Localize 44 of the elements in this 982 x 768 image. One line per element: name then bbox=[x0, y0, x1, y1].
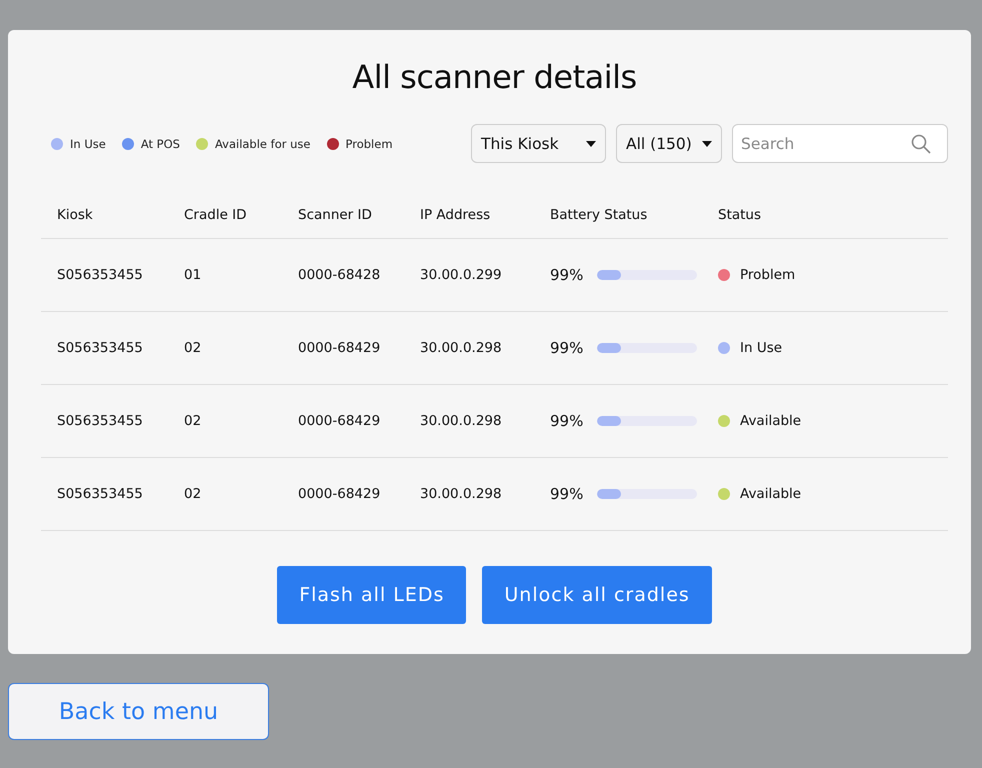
filter-dropdown[interactable]: All (150) bbox=[616, 124, 722, 163]
action-button[interactable]: Flash all LEDs bbox=[277, 566, 466, 624]
column-header: Battery Status bbox=[550, 206, 648, 222]
legend-label: At POS bbox=[140, 136, 180, 150]
table-cell-text: S056353455 bbox=[57, 486, 144, 502]
action-button[interactable]: Unlock all cradles bbox=[482, 566, 712, 624]
column-header: Kiosk bbox=[57, 206, 94, 222]
table-cell-text: 0000-68429 bbox=[298, 486, 382, 502]
back-button[interactable]: Back to menu bbox=[8, 683, 269, 740]
caret-icon bbox=[586, 140, 596, 146]
battery-percent: 99% bbox=[550, 339, 584, 357]
search-icon bbox=[911, 134, 931, 154]
column-header: Status bbox=[718, 206, 762, 222]
status-label: Available bbox=[740, 413, 802, 429]
table-cell-text: 30.00.0.298 bbox=[420, 413, 503, 429]
page-title: All scanner details bbox=[351, 58, 638, 96]
status-label: Available bbox=[740, 486, 802, 502]
table-cell-text: 01 bbox=[184, 267, 202, 283]
table-cell-text: S056353455 bbox=[57, 267, 144, 283]
legend-label: Available for use bbox=[214, 136, 310, 150]
table-cell-text: S056353455 bbox=[57, 340, 144, 356]
table-cell-text: S056353455 bbox=[57, 413, 144, 429]
search-field[interactable]: Search bbox=[732, 124, 948, 163]
legend-label: In Use bbox=[70, 136, 106, 150]
column-header: Scanner ID bbox=[298, 206, 373, 222]
legend-label: Problem bbox=[346, 136, 393, 150]
status-label: Problem bbox=[740, 267, 796, 283]
column-header: Cradle ID bbox=[184, 206, 248, 222]
battery-percent: 99% bbox=[550, 266, 584, 284]
table-cell-text: 30.00.0.298 bbox=[420, 486, 503, 502]
table-cell-text: 0000-68429 bbox=[298, 413, 382, 429]
caret-icon bbox=[702, 140, 712, 146]
table-cell-text: 02 bbox=[184, 486, 202, 502]
table-cell-text: 02 bbox=[184, 340, 202, 356]
table-cell-text: 0000-68428 bbox=[298, 267, 382, 283]
battery-percent: 99% bbox=[550, 485, 584, 503]
battery-percent: 99% bbox=[550, 412, 584, 430]
filter-dropdown[interactable]: This Kiosk bbox=[471, 124, 606, 163]
table-cell-text: 0000-68429 bbox=[298, 340, 382, 356]
column-header: IP Address bbox=[420, 206, 492, 222]
table-cell-text: 30.00.0.299 bbox=[420, 267, 503, 283]
table-cell-text: 30.00.0.298 bbox=[420, 340, 503, 356]
status-label: In Use bbox=[740, 340, 782, 356]
table-cell-text: 02 bbox=[184, 413, 202, 429]
